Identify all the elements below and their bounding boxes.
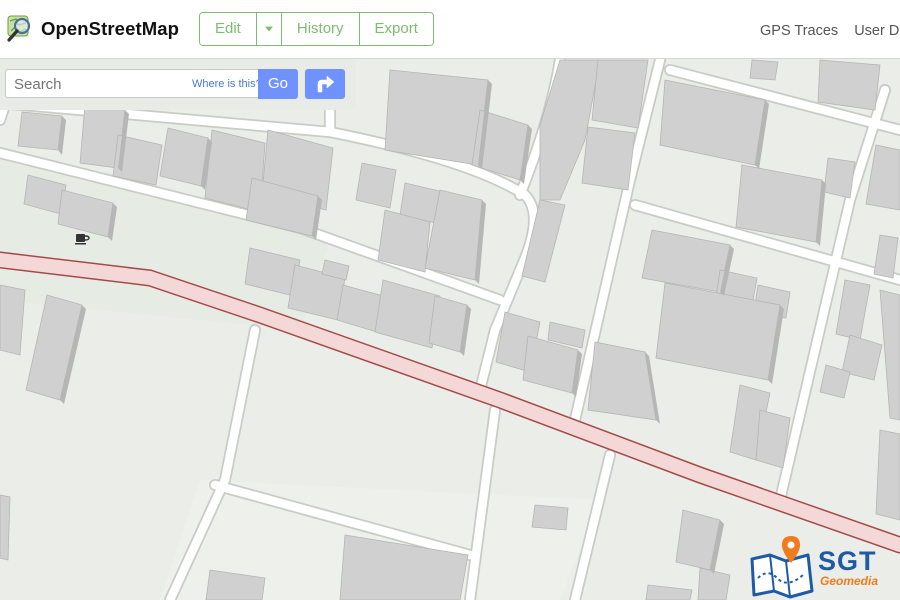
top-navigation-bar: OpenStreetMap Edit History Export GPS Tr… [0, 0, 900, 59]
brand-title[interactable]: OpenStreetMap [41, 18, 179, 40]
edit-dropdown-button[interactable] [256, 13, 282, 45]
sgt-geomedia-watermark: SGT Geomedia [748, 533, 900, 599]
history-button[interactable]: History [281, 13, 360, 45]
where-is-this-link[interactable]: Where is this? [192, 78, 262, 90]
directions-button[interactable] [305, 69, 345, 99]
watermark-subtitle: Geomedia [820, 574, 879, 588]
search-input[interactable] [12, 75, 186, 94]
secondary-nav: GPS Traces User Di [760, 23, 900, 39]
chevron-down-icon [264, 26, 273, 32]
search-panel: Where is this? Go [0, 59, 356, 110]
edit-history-export-group: Edit History Export [199, 12, 434, 46]
user-diaries-link[interactable]: User Di [854, 23, 900, 39]
directions-icon [317, 75, 335, 93]
osm-logo-icon[interactable] [6, 13, 36, 43]
map-pin-logo-icon [750, 536, 814, 599]
edit-button[interactable]: Edit [200, 13, 257, 45]
go-button[interactable]: Go [258, 69, 298, 99]
watermark-title: SGT [818, 546, 877, 576]
gps-traces-link[interactable]: GPS Traces [760, 23, 838, 39]
export-button[interactable]: Export [359, 13, 433, 45]
search-box: Where is this? [5, 69, 297, 98]
